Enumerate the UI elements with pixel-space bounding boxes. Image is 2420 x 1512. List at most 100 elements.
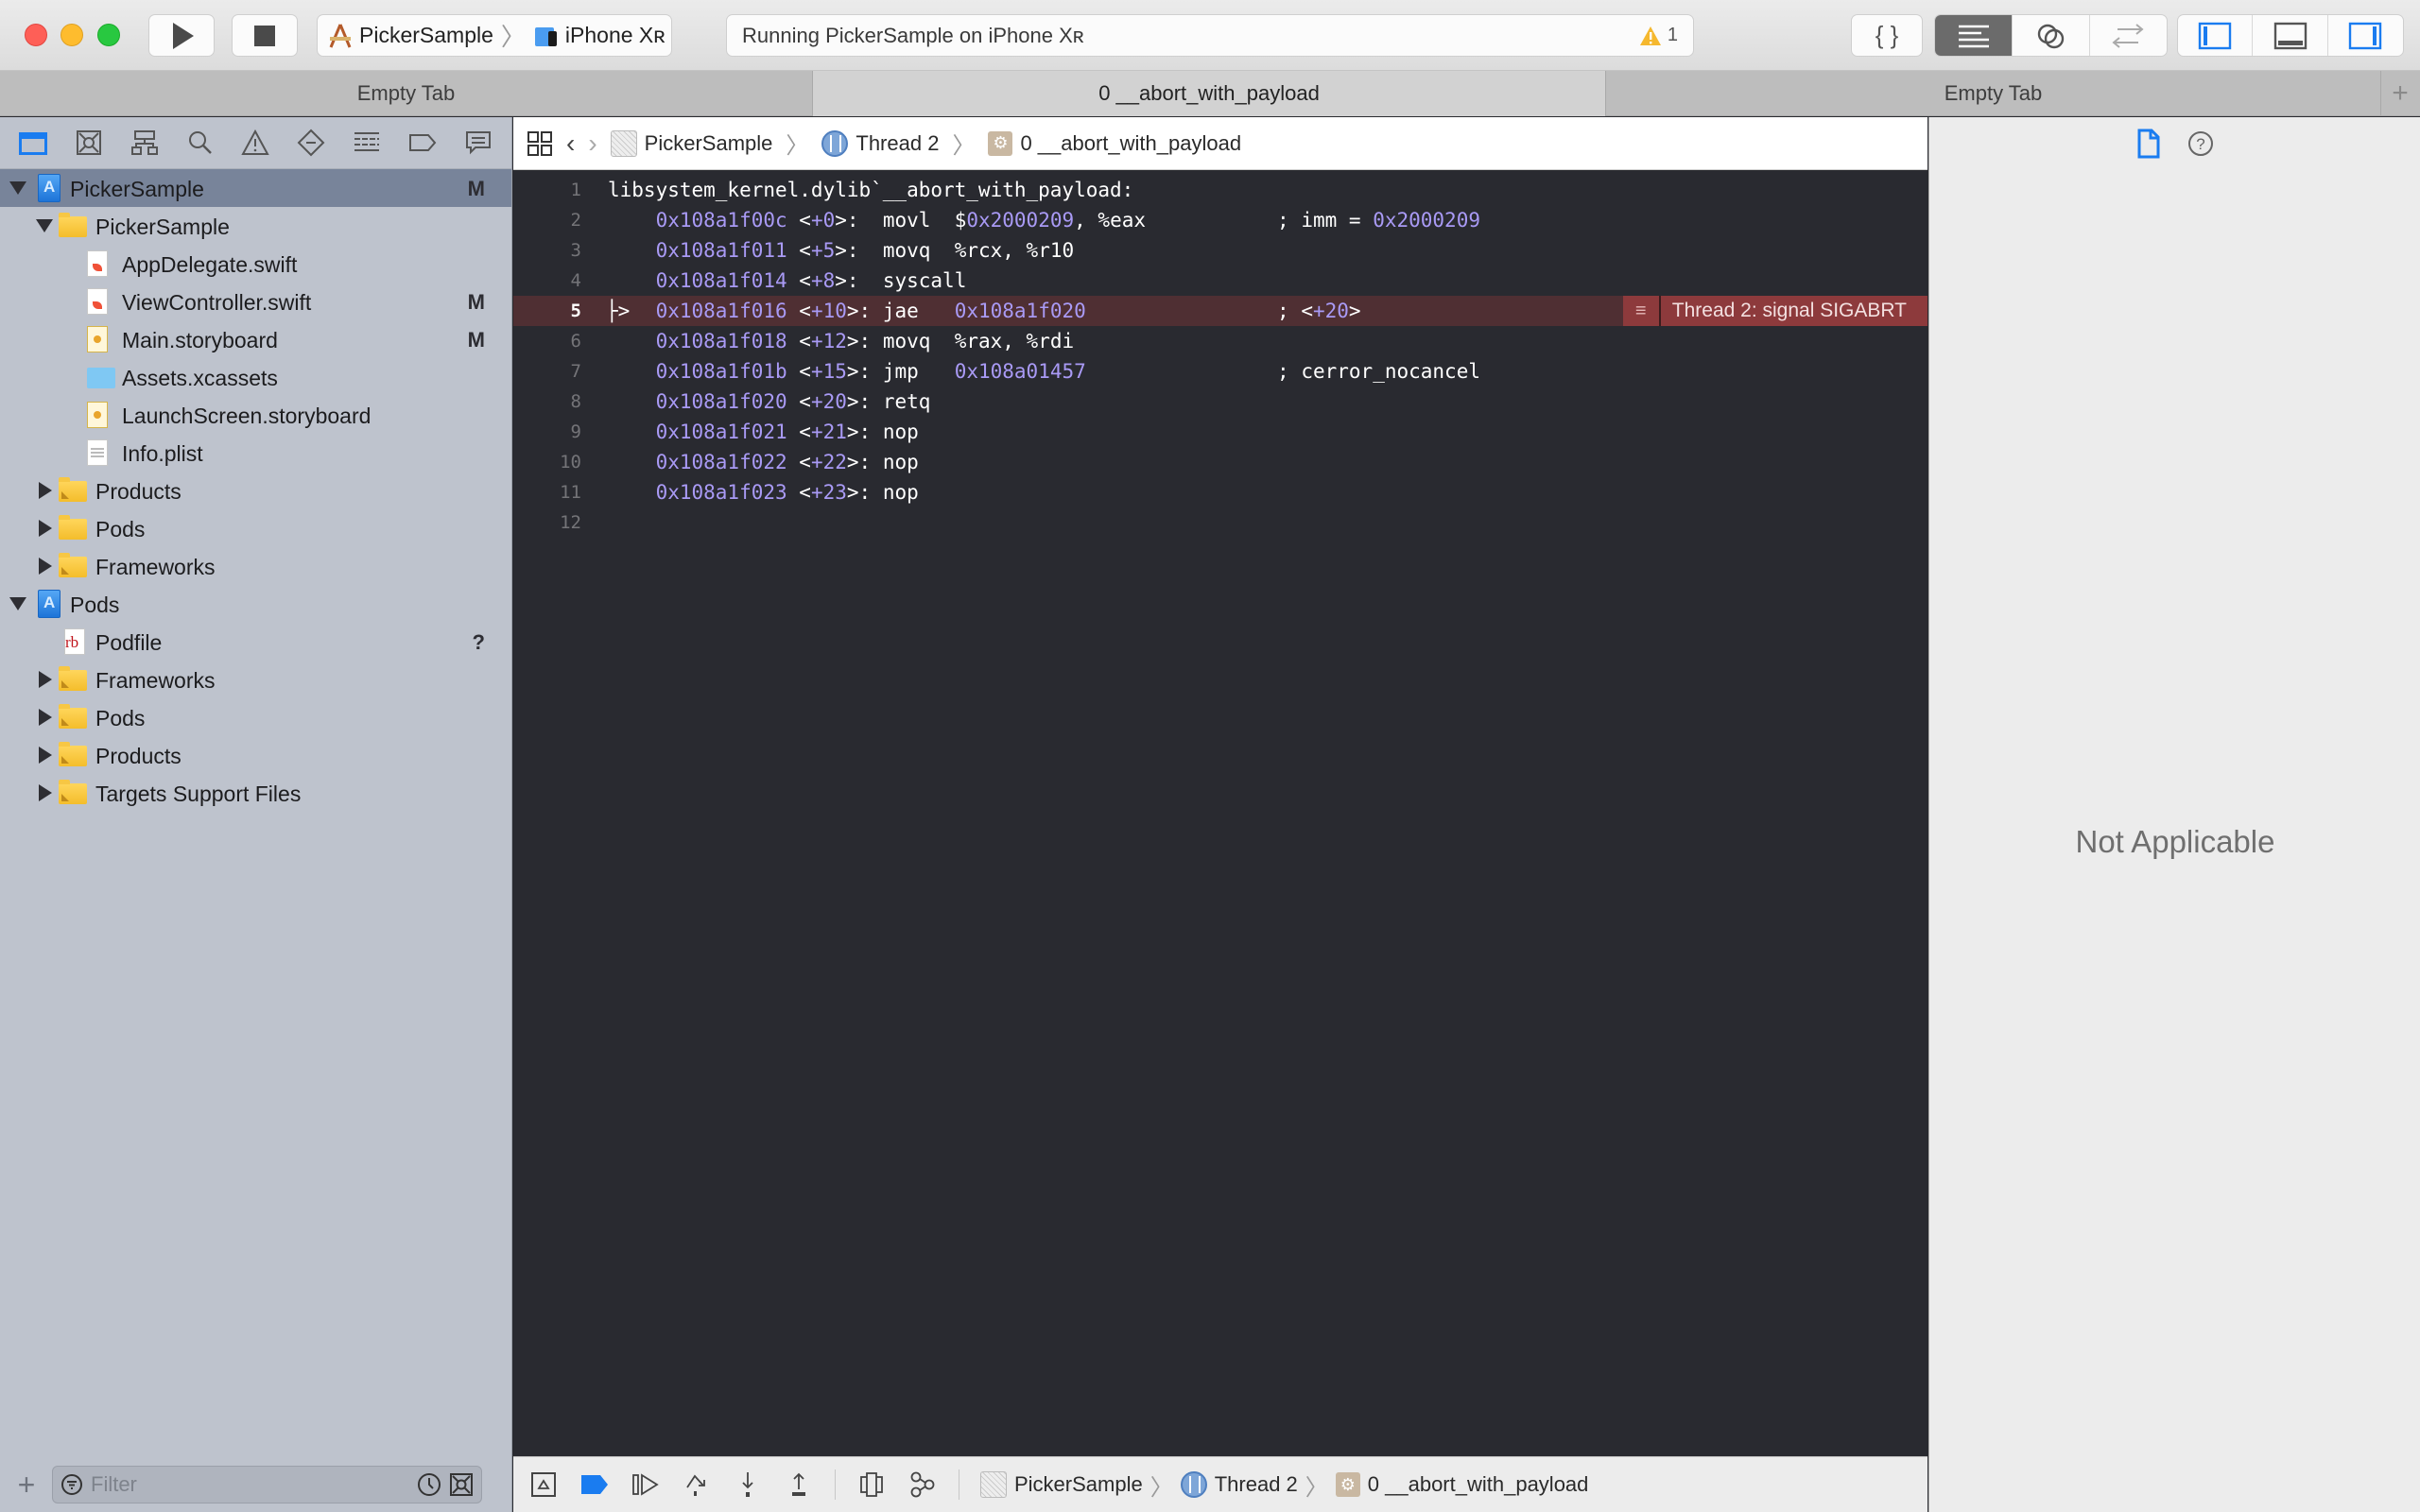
step-out-button[interactable]: [784, 1469, 814, 1500]
report-navigator-tab[interactable]: [462, 127, 494, 159]
disclosure-closed-icon[interactable]: [39, 747, 52, 764]
breadcrumb-thread[interactable]: Thread 2: [821, 129, 939, 157]
instruction-address: 0x108a1f022: [655, 451, 787, 473]
breakpoint-navigator-tab[interactable]: [406, 127, 439, 159]
debug-area-toggle-button[interactable]: [2253, 15, 2328, 56]
tree-item[interactable]: Info.plist: [0, 434, 511, 472]
tree-item[interactable]: Products: [0, 472, 511, 509]
code-line[interactable]: 2 0x108a1f00c <+0>: movl $0x2000209, %eax…: [513, 205, 1927, 235]
breadcrumb-project[interactable]: PickerSample: [610, 129, 772, 157]
disclosure-closed-icon[interactable]: [39, 671, 52, 688]
disclosure-closed-icon[interactable]: [39, 709, 52, 726]
breakpoints-toggle-button[interactable]: [579, 1469, 610, 1500]
quick-help-icon[interactable]: ?: [2187, 130, 2214, 157]
tree-item[interactable]: Assets.xcassets: [0, 358, 511, 396]
disassembly-editor[interactable]: 1 libsystem_kernel.dylib`__abort_with_pay…: [513, 171, 1927, 1455]
assistant-editor-button[interactable]: [2013, 15, 2090, 56]
disclosure-open-icon[interactable]: [36, 219, 53, 232]
zoom-window-button[interactable]: [97, 24, 120, 46]
project-navigator-tab[interactable]: [17, 127, 49, 159]
symbol-navigator-tab[interactable]: [129, 127, 161, 159]
code-line[interactable]: 3 0x108a1f011 <+5>: movq %rcx, %r10: [513, 235, 1927, 266]
issue-navigator-tab[interactable]: [239, 127, 271, 159]
close-window-button[interactable]: [25, 24, 47, 46]
tree-item[interactable]: Podfile?: [0, 623, 511, 661]
error-menu-icon[interactable]: ≡: [1622, 296, 1661, 326]
library-button[interactable]: { }: [1852, 15, 1922, 56]
tree-item[interactable]: Products: [0, 736, 511, 774]
add-file-button[interactable]: +: [0, 1468, 53, 1503]
minimize-window-button[interactable]: [60, 24, 83, 46]
breadcrumb-frame[interactable]: ⚙ 0 __abort_with_payload: [988, 130, 1241, 156]
version-editor-button[interactable]: [2090, 15, 2167, 56]
disclosure-closed-icon[interactable]: [39, 558, 52, 575]
thread-icon: [821, 129, 849, 157]
code-line[interactable]: 11 0x108a1f023 <+23>: nop: [513, 477, 1927, 507]
file-inspector-icon[interactable]: [2136, 129, 2161, 159]
tree-item[interactable]: Pods: [0, 585, 511, 623]
tree-item[interactable]: Frameworks: [0, 547, 511, 585]
code-line[interactable]: 8 0x108a1f020 <+20>: retq: [513, 387, 1927, 417]
debug-breadcrumb-thread[interactable]: Thread 2: [1180, 1471, 1298, 1498]
tree-item[interactable]: ViewController.swift M: [0, 283, 511, 320]
find-navigator-tab[interactable]: [184, 127, 216, 159]
tree-item[interactable]: Frameworks: [0, 661, 511, 698]
error-annotation[interactable]: ≡ Thread 2: signal SIGABRT: [1622, 296, 1927, 326]
step-over-button[interactable]: [682, 1469, 712, 1500]
tree-item[interactable]: Targets Support Files: [0, 774, 511, 812]
hide-debug-area-button[interactable]: [528, 1469, 559, 1500]
tab-empty-1[interactable]: Empty Tab: [0, 71, 813, 116]
run-button[interactable]: [148, 14, 215, 57]
code-line[interactable]: 10 0x108a1f022 <+22>: nop: [513, 447, 1927, 477]
debug-view-hierarchy-button[interactable]: [856, 1469, 887, 1500]
debug-breadcrumb-project[interactable]: PickerSample: [980, 1471, 1143, 1498]
forward-button[interactable]: ›: [588, 129, 596, 159]
debug-navigator-tab[interactable]: [351, 127, 383, 159]
disclosure-closed-icon[interactable]: [39, 520, 52, 537]
scheme-device[interactable]: iPhone Xʀ: [565, 23, 666, 48]
tree-item[interactable]: AppDelegate.swift: [0, 245, 511, 283]
code-line[interactable]: 7 0x108a1f01b <+15>: jmp 0x108a01457; cer…: [513, 356, 1927, 387]
program-counter-arrow-icon[interactable]: ├>: [606, 300, 630, 322]
code-line[interactable]: 4 0x108a1f014 <+8>: syscall: [513, 266, 1927, 296]
instruction-text: 0x108a1f018 <+12>: movq %rax, %rdi: [608, 330, 1277, 352]
code-line[interactable]: 9 0x108a1f021 <+21>: nop: [513, 417, 1927, 447]
tree-item[interactable]: Pods: [0, 698, 511, 736]
source-control-status-badge: M: [467, 328, 485, 352]
step-into-icon: [742, 1472, 753, 1497]
stop-button[interactable]: [232, 14, 298, 57]
navigator-toggle-button[interactable]: [2178, 15, 2254, 56]
code-line[interactable]: 12: [513, 507, 1927, 538]
disclosure-open-icon[interactable]: [9, 597, 26, 610]
recent-files-icon[interactable]: [417, 1472, 441, 1497]
related-items-icon[interactable]: [527, 130, 553, 157]
current-instruction-line[interactable]: 5 0x108a1f016 <+10>: jae 0x108a1f020; <+2…: [513, 296, 1927, 326]
debug-memory-graph-button[interactable]: [908, 1469, 938, 1500]
back-button[interactable]: ‹: [566, 129, 575, 159]
code-line[interactable]: 1 libsystem_kernel.dylib`__abort_with_pay…: [513, 175, 1927, 205]
disclosure-closed-icon[interactable]: [39, 482, 52, 499]
disclosure-closed-icon[interactable]: [39, 784, 52, 801]
inspector-toggle-button[interactable]: [2328, 15, 2403, 56]
new-tab-button[interactable]: +: [2381, 71, 2419, 115]
warning-indicator[interactable]: 1: [1639, 25, 1678, 46]
step-into-button[interactable]: [733, 1469, 763, 1500]
continue-button[interactable]: [631, 1469, 661, 1500]
tree-item[interactable]: Pods: [0, 509, 511, 547]
folder-icon: [59, 704, 87, 729]
disclosure-open-icon[interactable]: [9, 181, 26, 195]
source-control-filter-icon[interactable]: [449, 1472, 474, 1497]
standard-editor-button[interactable]: [1935, 15, 2014, 56]
tree-item[interactable]: PickerSample M: [0, 169, 511, 207]
source-control-navigator-tab[interactable]: [73, 127, 105, 159]
tree-item[interactable]: LaunchScreen.storyboard: [0, 396, 511, 434]
tab-empty-2[interactable]: Empty Tab: [1606, 71, 2381, 116]
test-navigator-tab[interactable]: [295, 127, 327, 159]
tree-item[interactable]: Main.storyboard M: [0, 320, 511, 358]
code-line[interactable]: 6 0x108a1f018 <+12>: movq %rax, %rdi: [513, 326, 1927, 356]
tab-abort-with-payload[interactable]: 0 __abort_with_payload: [813, 71, 1606, 116]
tree-item[interactable]: PickerSample: [0, 207, 511, 245]
debug-breadcrumb-frame[interactable]: ⚙ 0 __abort_with_payload: [1335, 1472, 1588, 1497]
scheme-selector[interactable]: PickerSample 〉 iPhone Xʀ: [317, 14, 672, 57]
filter-input[interactable]: [91, 1472, 409, 1497]
